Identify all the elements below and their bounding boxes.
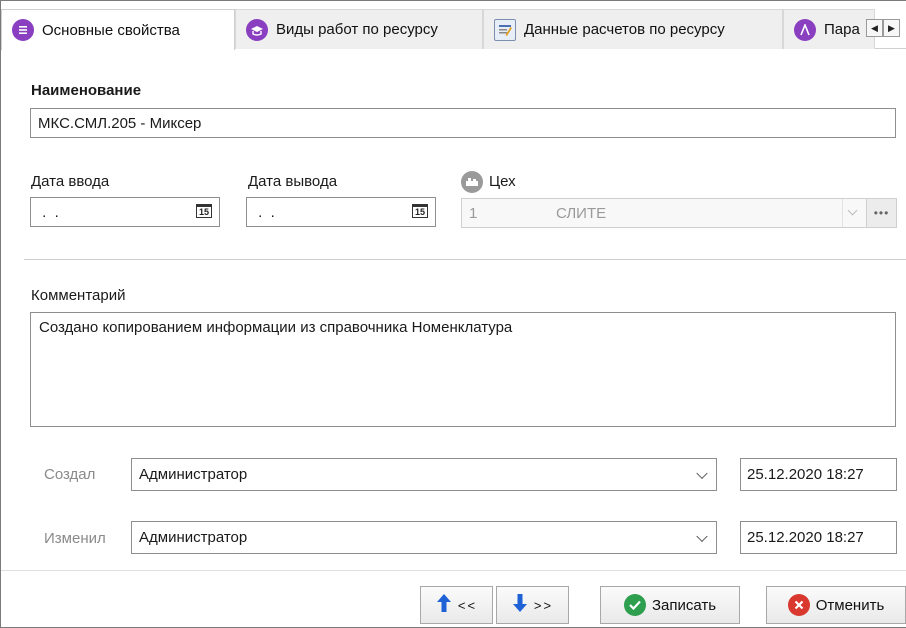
- date-in-input[interactable]: . . 15: [30, 197, 220, 227]
- modified-at-value: 25.12.2020 18:27: [747, 529, 864, 546]
- date-in-value: . .: [38, 203, 59, 221]
- work-types-icon: [246, 18, 268, 41]
- checkmark-icon: [623, 594, 646, 616]
- date-out-label: Дата вывода: [248, 173, 338, 190]
- prev-record-button[interactable]: <<: [420, 586, 493, 624]
- modified-label: Изменил: [44, 530, 106, 547]
- modified-at-field: 25.12.2020 18:27: [740, 521, 897, 554]
- date-in-label: Дата ввода: [31, 173, 110, 190]
- tab-scroll-left-button[interactable]: ◀: [866, 19, 883, 37]
- cancel-icon: [787, 594, 810, 616]
- save-button[interactable]: Записать: [600, 586, 740, 624]
- comment-textarea[interactable]: Создано копированием информации из справ…: [30, 312, 896, 427]
- date-out-input[interactable]: . . 15: [246, 197, 436, 227]
- cancel-button[interactable]: Отменить: [766, 586, 906, 624]
- created-by-select[interactable]: Администратор: [131, 458, 717, 491]
- created-label: Создал: [44, 466, 96, 483]
- workshop-icon: [461, 171, 483, 193]
- arrow-down-icon: [512, 593, 528, 617]
- workshop-select[interactable]: 1 СЛИТЕ •••: [461, 198, 897, 228]
- date-out-value: . .: [254, 203, 275, 221]
- calendar-icon[interactable]: 15: [196, 204, 212, 218]
- name-label: Наименование: [31, 82, 142, 99]
- ellipsis-button[interactable]: •••: [866, 199, 896, 227]
- cancel-label: Отменить: [815, 596, 885, 614]
- name-value: МКС.СМЛ.205 - Миксер: [38, 114, 202, 132]
- tab-scroll-right-button[interactable]: ▶: [883, 19, 900, 37]
- workshop-name: СЛИТЕ: [556, 204, 607, 222]
- next-record-button[interactable]: >>: [496, 586, 569, 624]
- modified-by-select[interactable]: Администратор: [131, 521, 717, 554]
- chevron-down-icon[interactable]: [696, 467, 708, 479]
- calendar-icon[interactable]: 15: [412, 204, 428, 218]
- tab-work-types[interactable]: Виды работ по ресурсу: [235, 9, 483, 49]
- params-icon: [794, 18, 816, 41]
- footer-divider: [1, 570, 906, 571]
- tab-label: Данные расчетов по ресурсу: [524, 21, 725, 38]
- chevron-down-icon[interactable]: [696, 530, 708, 542]
- prev-label: <<: [457, 597, 478, 613]
- tab-label: Виды работ по ресурсу: [276, 21, 438, 38]
- created-at-field: 25.12.2020 18:27: [740, 458, 897, 491]
- workshop-code: 1: [469, 204, 478, 222]
- comment-value: Создано копированием информации из справ…: [39, 319, 513, 336]
- tab-main-properties[interactable]: Основные свойства: [1, 9, 235, 50]
- tab-label: Пара: [824, 21, 860, 38]
- modified-by-value: Администратор: [139, 529, 248, 546]
- tab-bar: Основные свойства Виды работ по ресурсу …: [1, 9, 906, 50]
- created-by-value: Администратор: [139, 466, 248, 483]
- comment-label: Комментарий: [31, 287, 126, 304]
- chevron-down-icon[interactable]: [842, 199, 864, 227]
- tab-label: Основные свойства: [42, 21, 180, 39]
- tab-params[interactable]: Пара: [783, 9, 875, 49]
- workshop-label: Цех: [489, 173, 516, 190]
- arrow-up-icon: [436, 593, 452, 617]
- divider: [24, 259, 906, 260]
- tab-calc-data[interactable]: Данные расчетов по ресурсу: [483, 9, 783, 49]
- next-label: >>: [533, 597, 554, 613]
- properties-icon: [12, 19, 34, 41]
- calc-data-icon: [494, 18, 516, 41]
- created-at-value: 25.12.2020 18:27: [747, 466, 864, 483]
- save-label: Записать: [651, 596, 717, 614]
- name-input[interactable]: МКС.СМЛ.205 - Миксер: [30, 108, 896, 138]
- tab-scroll-buttons: ◀ ▶: [866, 19, 900, 37]
